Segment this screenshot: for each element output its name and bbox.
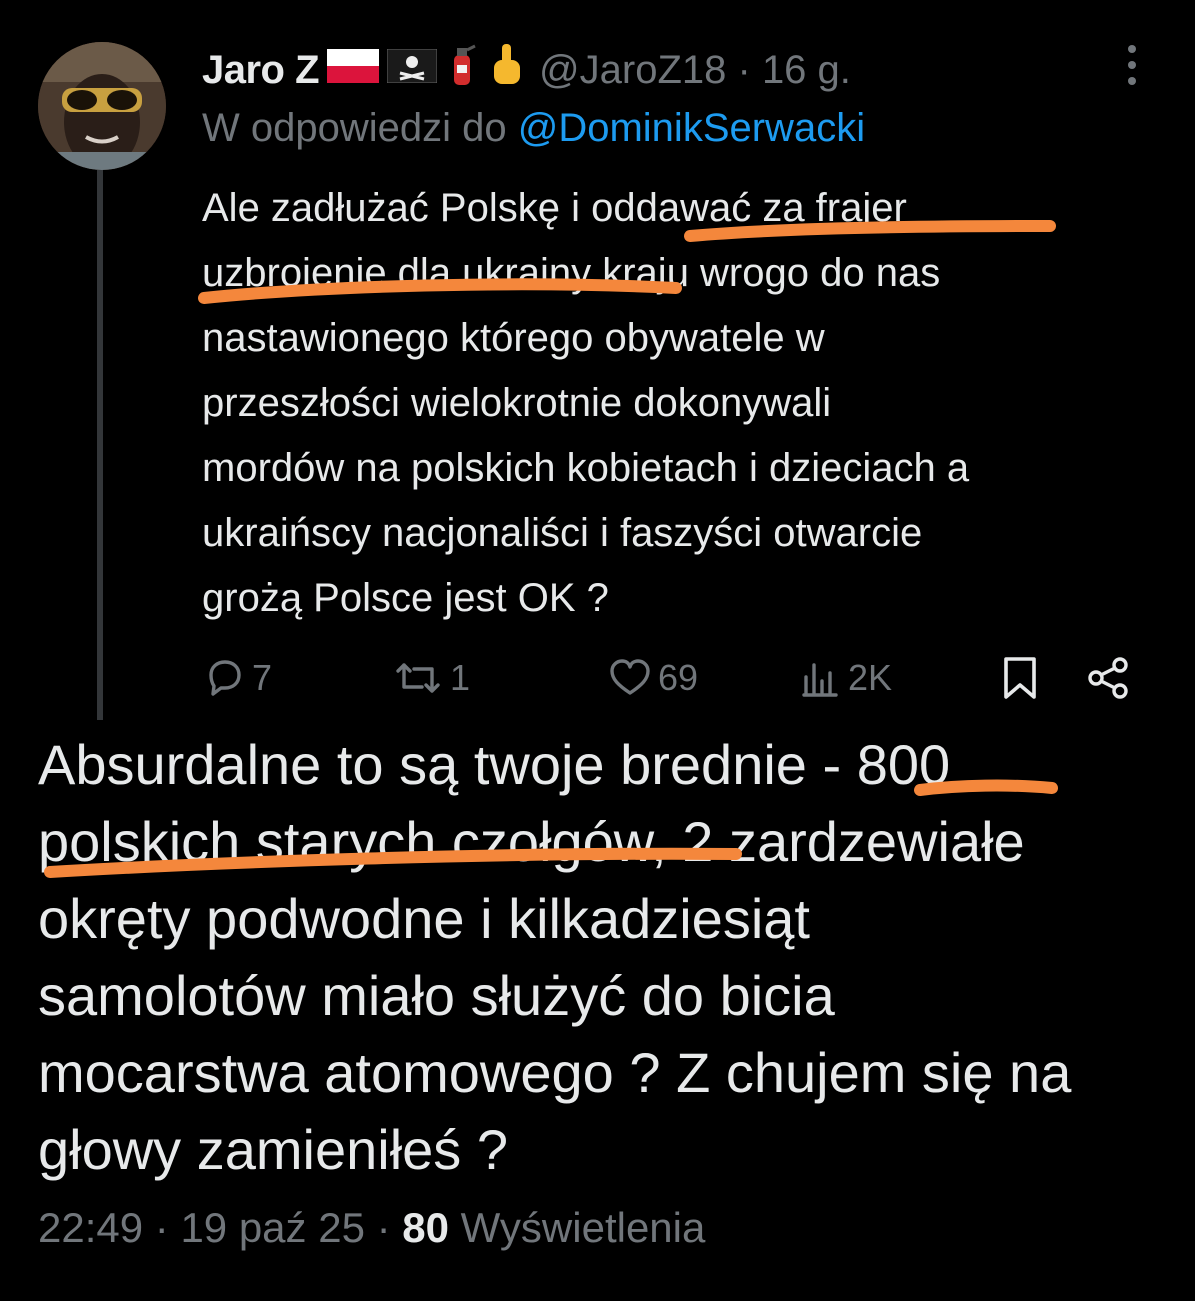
views-button[interactable]: 2K [800,648,892,708]
author-name[interactable]: Jaro Z [202,48,320,93]
like-count: 69 [658,657,699,698]
thread-line [97,170,103,720]
reply-tweet-text: Ale zadłużać Polskę i oddawać za frajer … [202,186,970,620]
main-tweet-text: Absurdalne to są twoje brednie - 800 pol… [38,733,1072,1181]
tweet-meta: @JaroZ18 · 16 g. [539,48,851,93]
tweet-timestamp[interactable]: 22:49 [38,1204,143,1251]
like-button[interactable]: 69 [606,648,698,708]
middle-finger-icon [487,42,525,98]
main-tweet-meta: 22:49 · 19 paź 25 · 80 Wyświetlenia [38,1204,705,1252]
reply-icon [209,660,241,696]
like-icon [610,659,650,695]
meta-separator: · [143,1204,181,1251]
share-button[interactable] [1086,648,1132,708]
tweet-views-label: Wyświetlenia [448,1204,706,1251]
reply-count: 7 [252,657,273,698]
tweet-actions: 7 1 69 2K [202,648,1142,708]
reply-mention-link[interactable]: @DominikSerwacki [518,106,865,150]
meta-separator: · [364,1204,403,1251]
meta-separator: · [726,47,762,92]
bookmark-button[interactable] [1000,648,1040,708]
tweet-views-count: 80 [402,1204,449,1251]
bookmark-icon [1004,657,1036,699]
reply-prefix: W odpowiedzi do [202,106,518,150]
repost-button[interactable]: 1 [390,648,470,708]
avatar-image [38,42,166,170]
repost-icon [396,663,440,693]
avatar[interactable] [38,42,166,170]
more-icon[interactable] [1120,40,1144,90]
share-icon [1088,657,1128,699]
author-handle[interactable]: @JaroZ18 [539,48,726,92]
tweet-date[interactable]: 19 paź 25 [180,1204,365,1251]
repost-count: 1 [450,657,471,698]
reply-context: W odpowiedzi do @DominikSerwacki [202,106,865,151]
views-count: 2K [848,657,893,698]
tweet-header: Jaro Z @JaroZ18 · 16 g. [202,40,851,100]
reply-button[interactable]: 7 [202,648,272,708]
views-icon [802,663,838,697]
pirate-flag-icon [386,48,438,93]
tweet-time[interactable]: 16 g. [762,48,851,92]
fire-extinguisher-icon [445,43,479,97]
poland-flag-icon [327,48,380,93]
